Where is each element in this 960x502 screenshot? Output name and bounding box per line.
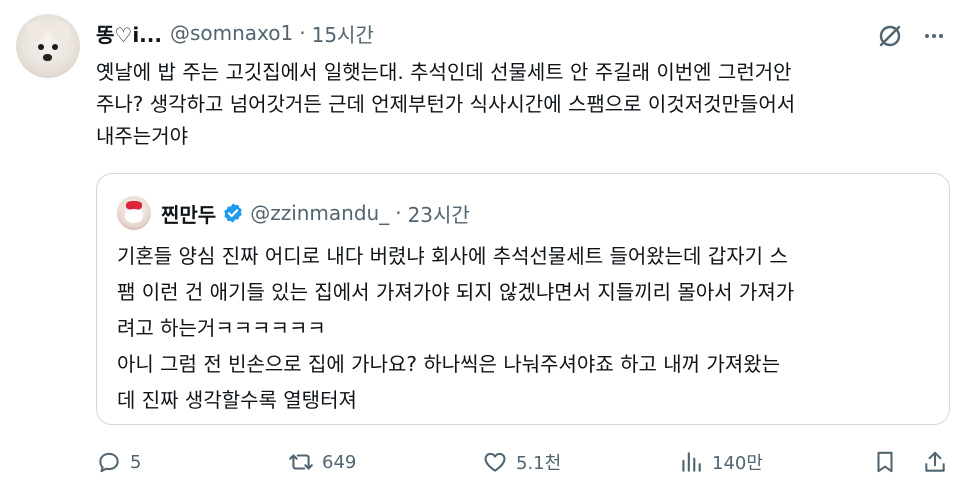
action-bar: 5 649 5.1천 140만 bbox=[96, 446, 956, 478]
quoted-tweet-timestamp: 23시간 bbox=[407, 202, 470, 227]
separator-dot: · bbox=[299, 21, 306, 45]
author-handle[interactable]: @somnaxo1 bbox=[170, 21, 293, 45]
share-icon bbox=[925, 451, 945, 472]
avatar-ear-right bbox=[48, 19, 74, 45]
share-button[interactable] bbox=[922, 446, 948, 478]
quoted-tweet-header: 찐만두 @zzinmandu_ · 23시간 bbox=[117, 196, 470, 230]
views-icon bbox=[682, 452, 701, 472]
tweet-header: 똥♡i... @somnaxo1 · 15시간 bbox=[96, 19, 374, 48]
grok-icon[interactable] bbox=[874, 20, 906, 52]
avatar-nose bbox=[43, 54, 52, 61]
tweet-text-line: 주나? 생각하고 넘어갓거든 근데 언제부턴가 식사시간에 스팸으로 이것저것만… bbox=[96, 92, 796, 116]
tweet-text-line: 내주는거야 bbox=[96, 124, 188, 148]
quoted-text-line: 팸 이런 건 애기들 있는 집에서 가져가야 되지 않겠냐면서 지들끼리 몰아서… bbox=[117, 280, 795, 304]
reply-button[interactable]: 5 bbox=[96, 446, 141, 478]
quoted-author-avatar bbox=[117, 196, 151, 230]
quoted-text-line: 아니 그럼 전 빈손으로 집에 가나요? 하나씩은 나눠주셔야죠 하고 내꺼 가… bbox=[117, 352, 780, 376]
avatar-eye-right bbox=[52, 44, 58, 50]
bookmark-button[interactable] bbox=[872, 446, 898, 478]
view-count: 140만 bbox=[712, 453, 763, 474]
verified-badge-icon bbox=[222, 202, 244, 224]
views-button[interactable]: 140만 bbox=[678, 446, 763, 478]
more-options-icon[interactable] bbox=[918, 20, 950, 52]
repost-count: 649 bbox=[322, 451, 357, 473]
reply-icon bbox=[99, 452, 119, 473]
avatar-eye-left bbox=[38, 44, 44, 50]
author-name[interactable]: 똥♡i... bbox=[96, 19, 162, 48]
reply-count: 5 bbox=[130, 451, 142, 473]
heart-icon bbox=[484, 452, 506, 472]
like-count: 5.1천 bbox=[516, 453, 562, 474]
quoted-author-handle: @zzinmandu_ bbox=[250, 201, 390, 225]
author-avatar[interactable] bbox=[16, 14, 80, 78]
repost-button[interactable]: 649 bbox=[288, 446, 356, 478]
quoted-tweet[interactable]: 찐만두 @zzinmandu_ · 23시간 기혼들 양심 진짜 어디로 내다 … bbox=[96, 173, 950, 425]
avatar-face bbox=[125, 209, 143, 223]
quoted-text-line: 기혼들 양심 진짜 어디로 내다 버렸냐 회사에 추석선물세트 들어왔는데 갑자… bbox=[117, 244, 788, 268]
quoted-text-line: 데 진짜 생각할수록 열탱터져 bbox=[117, 388, 357, 412]
quoted-text-line: 려고 하는거ㅋㅋㅋㅋㅋㅋ bbox=[117, 316, 326, 340]
tweet-text: 옛날에 밥 주는 고깃집에서 일햇는대. 추석인데 선물세트 안 주길래 이번엔… bbox=[96, 56, 946, 152]
separator-dot: · bbox=[395, 201, 402, 225]
like-button[interactable]: 5.1천 bbox=[482, 446, 561, 478]
quoted-tweet-text: 기혼들 양심 진짜 어디로 내다 버렸냐 회사에 추석선물세트 들어왔는데 갑자… bbox=[117, 238, 937, 418]
tweet-text-line: 옛날에 밥 주는 고깃집에서 일햇는대. 추석인데 선물세트 안 주길래 이번엔… bbox=[96, 60, 792, 84]
avatar-ear-left bbox=[22, 19, 48, 45]
quoted-author-name: 찐만두 bbox=[161, 202, 217, 227]
tweet-timestamp[interactable]: 15시간 bbox=[312, 19, 374, 48]
repost-icon bbox=[289, 454, 313, 470]
bookmark-icon bbox=[877, 451, 893, 473]
